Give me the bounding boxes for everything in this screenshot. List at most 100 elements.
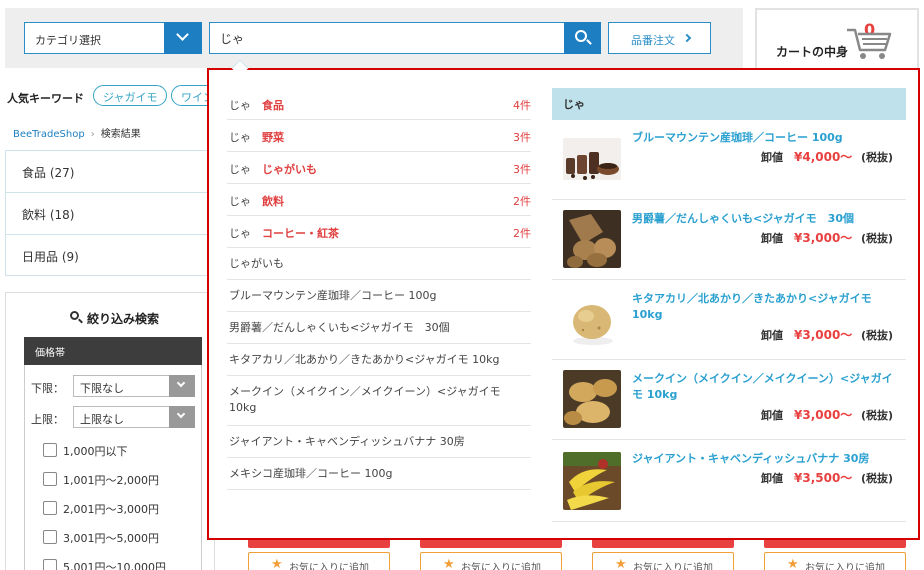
product-image-potato-danshaku[interactable]	[563, 210, 621, 268]
product-photo	[563, 210, 621, 268]
checkbox-icon[interactable]	[43, 530, 57, 544]
upper-limit-select[interactable]: 上限なし	[73, 406, 195, 428]
product-name[interactable]: キタアカリ／北あかり／きたあかり<ジャガイモ 10kg	[632, 291, 894, 323]
price-label: 卸値	[761, 409, 783, 422]
product-suggestion[interactable]: ジャイアント・キャベンディッシュバナナ 30房 卸値 ¥3,500～ (税抜)	[552, 440, 906, 522]
category-item[interactable]: 飲料 (18)	[6, 193, 216, 235]
category-select[interactable]: カテゴリ選択	[24, 22, 202, 54]
product-name[interactable]: 男爵薯／だんしゃくいも<ジャガイモ 30個	[632, 211, 894, 227]
category-item-label: 食品 (27)	[22, 166, 75, 180]
price-label: 卸値	[761, 151, 783, 164]
suggestion-category: 食品	[262, 99, 284, 112]
keyword-suggestion[interactable]: ブルーマウンテン産珈琲／コーヒー 100g	[227, 280, 531, 312]
breadcrumb-home-link[interactable]: BeeTradeShop	[13, 129, 85, 140]
breadcrumb: BeeTradeShop › 検索結果	[13, 125, 141, 140]
category-item[interactable]: 食品 (27)	[6, 151, 216, 193]
add-to-favorites-button[interactable]: ★ お気に入りに追加	[248, 552, 390, 570]
suggestion-category: 飲料	[262, 195, 284, 208]
product-name[interactable]: メークイン（メイクイン／メイクイーン）<ジャガイモ 10kg	[632, 371, 894, 403]
product-photo	[563, 290, 621, 348]
product-image-potato-mayqueen[interactable]	[563, 370, 621, 428]
cart-icon	[847, 28, 892, 59]
product-image-coffee[interactable]	[563, 138, 621, 180]
price-range-header: 価格帯	[24, 337, 202, 365]
product-photo	[563, 452, 621, 510]
add-to-favorites-label: お気に入りに追加	[805, 563, 885, 570]
price-label: 卸値	[761, 329, 783, 342]
product-photo	[563, 138, 621, 180]
product-name[interactable]: ジャイアント・キャベンディッシュバナナ 30房	[632, 451, 894, 467]
price-range-label: 2,001円～3,000円	[63, 503, 159, 516]
price-value: ¥3,500～	[794, 471, 853, 485]
keyword-suggestion[interactable]: 男爵薯／だんしゃくいも<ジャガイモ 30個	[227, 312, 531, 344]
category-suggestion[interactable]: じゃ 野菜 3件	[227, 120, 531, 152]
suggestion-count: 3件	[513, 131, 531, 144]
search-input[interactable]	[210, 23, 566, 53]
price-value: ¥3,000～	[794, 328, 853, 342]
search-field[interactable]	[209, 22, 601, 54]
checkbox-icon[interactable]	[43, 443, 57, 457]
keyword-suggestion-label: じゃがいも	[229, 257, 284, 270]
breadcrumb-current: 検索結果	[100, 129, 141, 140]
cart-widget[interactable]: カートの中身 0	[755, 8, 919, 70]
category-select-label: カテゴリ選択	[35, 34, 101, 47]
product-image-banana[interactable]	[563, 452, 621, 510]
keyword-suggestion-label: メキシコ産珈琲／コーヒー 100g	[229, 467, 393, 480]
product-suggestion[interactable]: メークイン（メイクイン／メイクイーン）<ジャガイモ 10kg 卸値 ¥3,000…	[552, 360, 906, 440]
keyword-pill[interactable]: ジャガイモ	[93, 85, 168, 106]
price-label: 卸値	[761, 472, 783, 485]
product-suggestion-header: じゃ	[552, 88, 906, 120]
keyword-suggestion-label: ブルーマウンテン産珈琲／コーヒー 100g	[229, 289, 437, 302]
product-suggestion[interactable]: 男爵薯／だんしゃくいも<ジャガイモ 30個 卸値 ¥3,000～ (税抜)	[552, 200, 906, 280]
price-value: ¥4,000～	[794, 150, 853, 164]
popular-keywords-title: 人気キーワード	[7, 92, 84, 105]
lower-limit-select[interactable]: 下限なし	[73, 375, 195, 397]
price-range-label: 1,000円以下	[63, 445, 128, 458]
star-icon: ★	[271, 557, 283, 570]
keyword-suggestion[interactable]: メークイン（メイクイン／メイクイーン）<ジャガイモ 10kg	[227, 376, 531, 426]
product-suggestion[interactable]: キタアカリ／北あかり／きたあかり<ジャガイモ 10kg 卸値 ¥3,000～ (…	[552, 280, 906, 360]
add-to-favorites-button[interactable]: ★ お気に入りに追加	[420, 552, 562, 570]
price-range-body: 下限： 下限なし 上限： 上限なし 1,000円以下 1,001円～2,000円…	[24, 365, 202, 570]
keyword-suggestion[interactable]: キタアカリ／北あかり／きたあかり<ジャガイモ 10kg	[227, 344, 531, 376]
breadcrumb-separator-icon: ›	[90, 129, 95, 140]
checkbox-icon[interactable]	[43, 501, 57, 515]
suggestion-category: じゃがいも	[262, 163, 317, 176]
category-suggestion[interactable]: じゃ コーヒー・紅茶 2件	[227, 216, 531, 248]
suggestion-category: 野菜	[262, 131, 284, 144]
suggestion-query: じゃ	[229, 195, 251, 208]
price-range-label: 1,001円～2,000円	[63, 474, 159, 487]
product-image-potato-kitaakari[interactable]	[563, 290, 621, 348]
star-icon: ★	[615, 557, 627, 570]
part-number-order-button[interactable]: 品番注文	[608, 22, 711, 54]
product-suggestion[interactable]: ブルーマウンテン産珈琲／コーヒー 100g 卸値 ¥4,000～ (税抜)	[552, 130, 906, 200]
category-item[interactable]: 日用品 (9)	[6, 235, 216, 277]
category-suggestion[interactable]: じゃ 飲料 2件	[227, 184, 531, 216]
add-to-favorites-button[interactable]: ★ お気に入りに追加	[592, 552, 734, 570]
price-tax-note: (税抜)	[861, 151, 894, 164]
category-select-button[interactable]	[164, 22, 202, 54]
add-to-favorites-label: お気に入りに追加	[461, 563, 541, 570]
category-suggestion[interactable]: じゃ 食品 4件	[227, 88, 531, 120]
keyword-suggestion[interactable]: ジャイアント・キャベンディッシュバナナ 30房	[227, 426, 531, 458]
category-item-label: 日用品 (9)	[22, 250, 79, 264]
category-suggestion[interactable]: じゃ じゃがいも 3件	[227, 152, 531, 184]
star-icon: ★	[443, 557, 455, 570]
price-range-label: 3,001円～5,000円	[63, 532, 159, 545]
filter-panel: 絞り込み検索 価格帯 下限： 下限なし 上限： 上限なし 1,000円以下 1,…	[5, 292, 215, 570]
checkbox-icon[interactable]	[43, 472, 57, 486]
keyword-suggestion[interactable]: メキシコ産珈琲／コーヒー 100g	[227, 458, 531, 490]
suggestion-query: じゃ	[229, 131, 251, 144]
product-name[interactable]: ブルーマウンテン産珈琲／コーヒー 100g	[632, 130, 894, 146]
cart-label: カートの中身	[776, 45, 849, 59]
add-to-favorites-label: お気に入りに追加	[633, 563, 713, 570]
upper-limit-row: 上限： 上限なし	[31, 406, 199, 428]
checkbox-icon[interactable]	[43, 559, 57, 570]
lower-limit-label: 下限：	[31, 382, 64, 395]
add-to-favorites-button[interactable]: ★ お気に入りに追加	[764, 552, 906, 570]
search-button[interactable]	[564, 22, 601, 54]
chevron-down-icon	[176, 28, 189, 41]
keyword-suggestion[interactable]: じゃがいも	[227, 248, 531, 280]
category-item-label: 飲料 (18)	[22, 208, 75, 222]
keyword-suggestion-label: ジャイアント・キャベンディッシュバナナ 30房	[229, 435, 465, 448]
